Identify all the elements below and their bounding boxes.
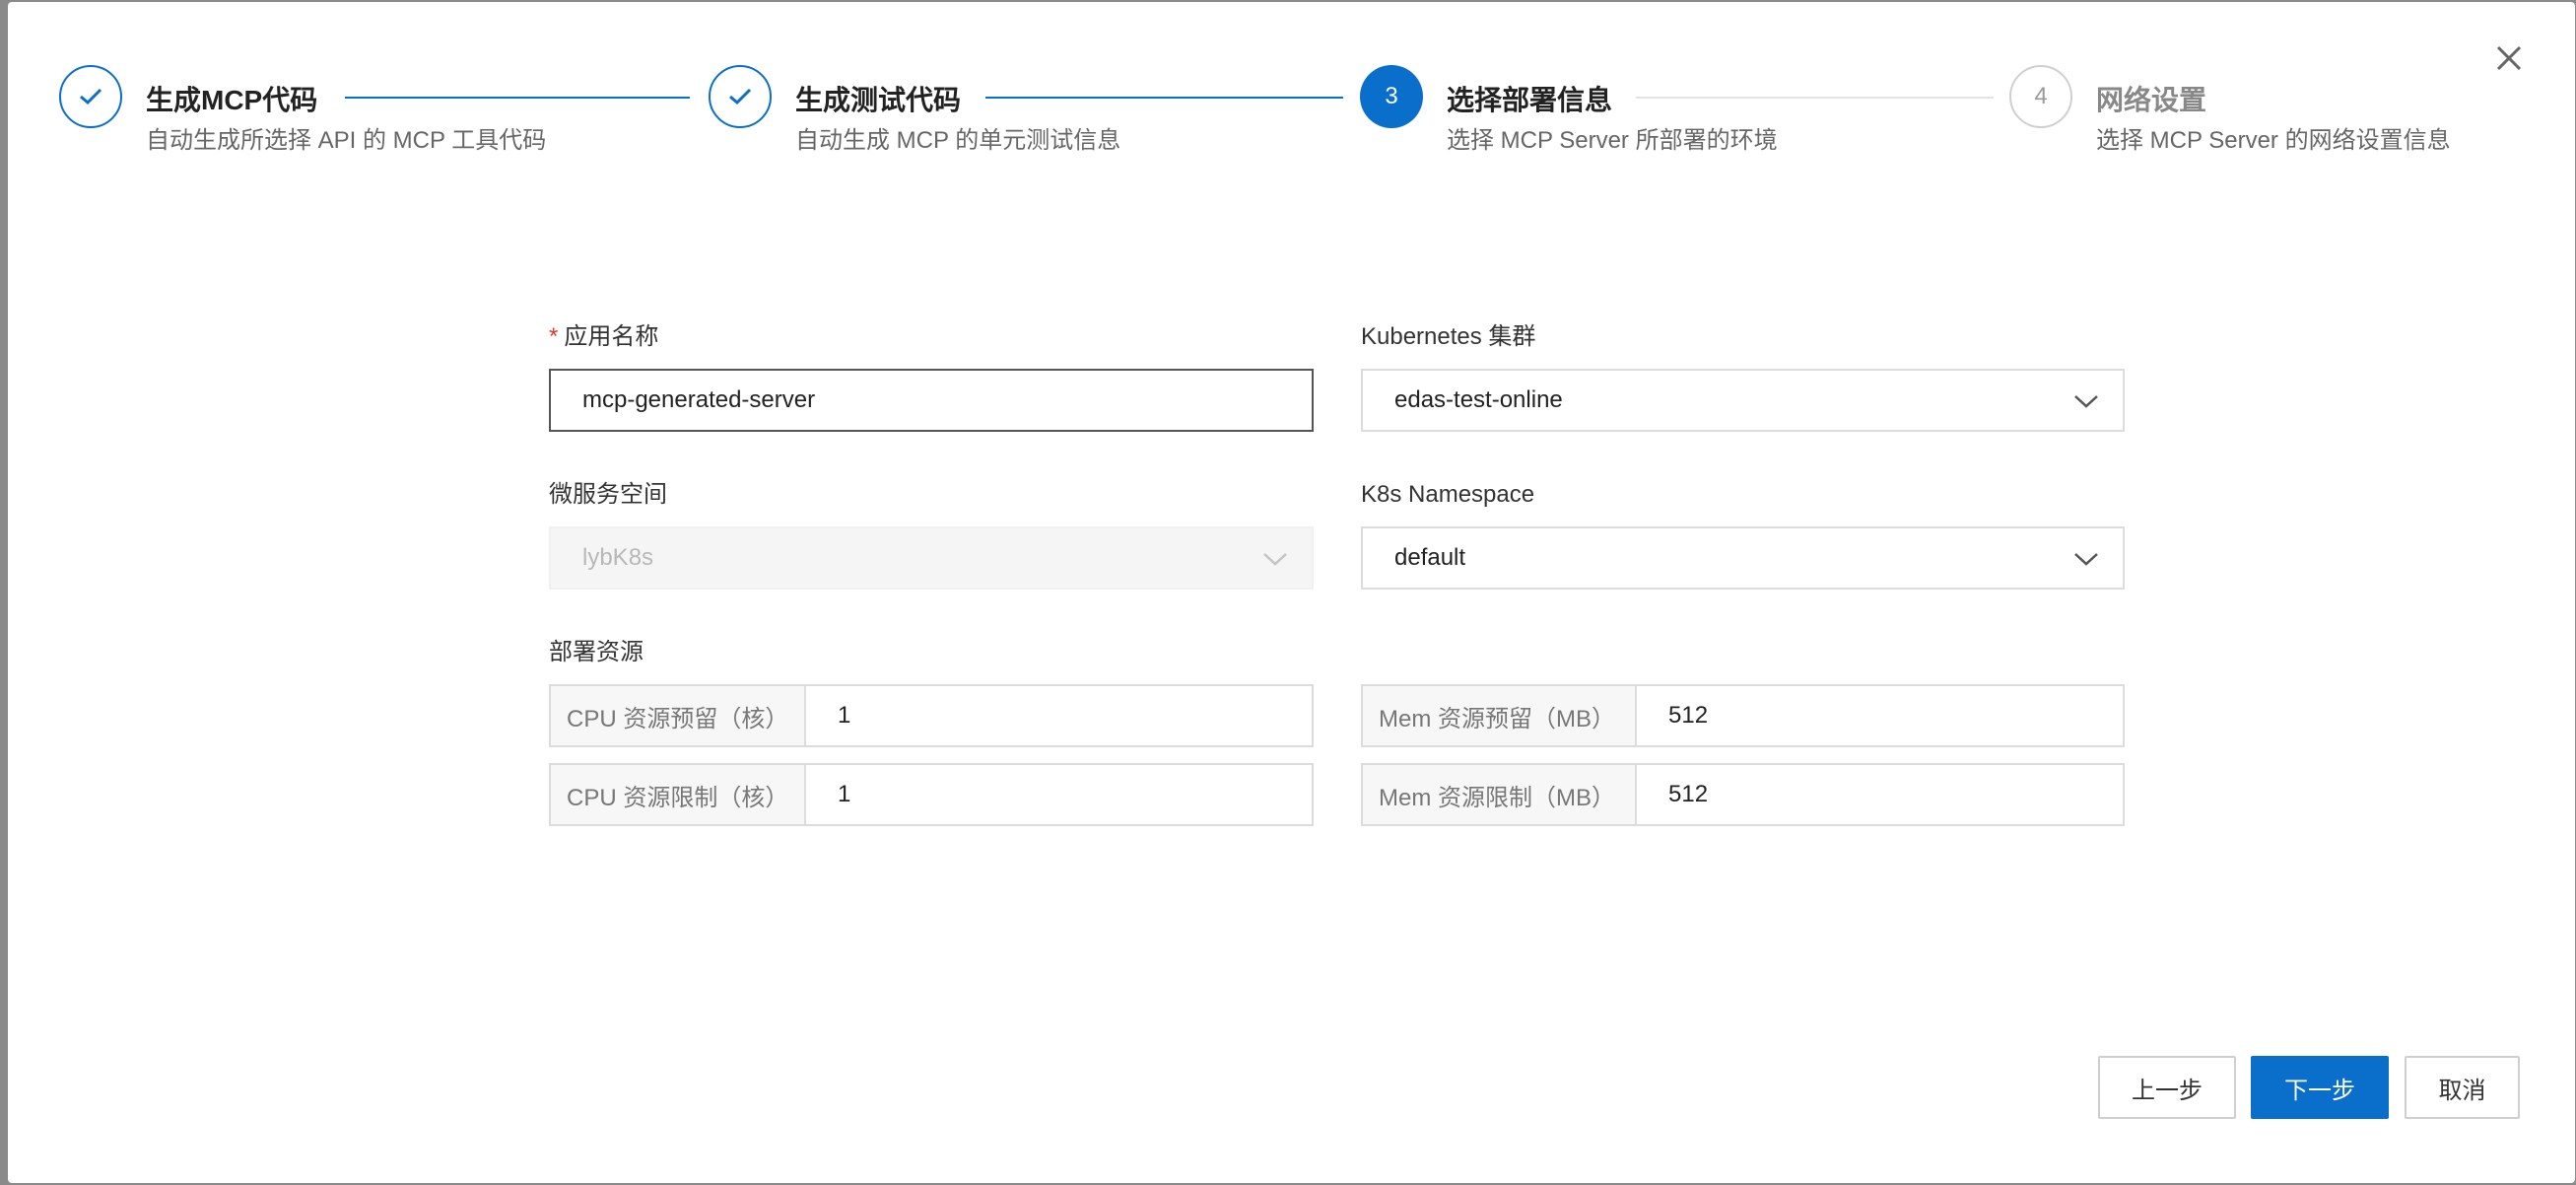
- deploy-dialog: 生成MCP代码 自动生成所选择 API 的 MCP 工具代码 生成测试代码 自动…: [8, 2, 2575, 1183]
- microservice-space-label: 微服务空间: [549, 481, 667, 508]
- step-2-title: 生成测试代码: [795, 85, 962, 115]
- step-3-desc: 选择 MCP Server 所部署的环境: [1447, 127, 1778, 154]
- step-1-circle: [59, 65, 122, 128]
- mem-request-addon: Mem 资源预留（MB）: [1363, 686, 1637, 745]
- step-2-desc: 自动生成 MCP 的单元测试信息: [795, 127, 1121, 154]
- step-3-circle: 3: [1360, 65, 1423, 128]
- app-name-value: mcp-generated-server: [582, 386, 816, 413]
- step-connector-2: [985, 97, 1343, 99]
- cluster-value: edas-test-online: [1394, 386, 1563, 413]
- step-3-title: 选择部署信息: [1447, 85, 1613, 115]
- app-name-label: * 应用名称: [549, 323, 658, 351]
- next-step-button[interactable]: 下一步: [2251, 1056, 2389, 1119]
- namespace-label: K8s Namespace: [1361, 481, 1535, 508]
- check-icon: [80, 88, 102, 105]
- step-4-circle: 4: [2009, 65, 2072, 128]
- step-connector-3: [1636, 97, 1994, 99]
- required-mark: *: [549, 323, 559, 350]
- prev-step-button[interactable]: 上一步: [2098, 1056, 2236, 1119]
- step-1-title: 生成MCP代码: [146, 85, 318, 115]
- mem-request-group: Mem 资源预留（MB） 512: [1361, 684, 2125, 747]
- step-1-desc: 自动生成所选择 API 的 MCP 工具代码: [146, 127, 547, 154]
- microservice-space-value: lybK8s: [582, 544, 654, 571]
- mem-request-input[interactable]: 512: [1637, 686, 2123, 745]
- chevron-down-icon: [2074, 395, 2098, 408]
- chevron-down-icon: [2074, 553, 2098, 566]
- mem-limit-addon: Mem 资源限制（MB）: [1363, 765, 1637, 824]
- cpu-request-input[interactable]: 1: [806, 686, 1312, 745]
- step-4-desc: 选择 MCP Server 的网络设置信息: [2096, 127, 2451, 154]
- app-name-input[interactable]: mcp-generated-server: [549, 369, 1314, 432]
- cancel-button[interactable]: 取消: [2405, 1056, 2520, 1119]
- namespace-value: default: [1394, 544, 1466, 571]
- cpu-limit-group: CPU 资源限制（核） 1: [549, 763, 1314, 826]
- close-icon: [2496, 45, 2522, 71]
- cpu-request-addon: CPU 资源预留（核）: [551, 686, 806, 745]
- close-button[interactable]: [2494, 43, 2524, 73]
- cluster-label: Kubernetes 集群: [1361, 323, 1536, 350]
- cpu-request-group: CPU 资源预留（核） 1: [549, 684, 1314, 747]
- cpu-limit-input[interactable]: 1: [806, 765, 1312, 824]
- microservice-space-select: lybK8s: [549, 526, 1314, 590]
- step-4-title: 网络设置: [2096, 85, 2207, 115]
- resources-label: 部署资源: [549, 639, 644, 665]
- mem-limit-group: Mem 资源限制（MB） 512: [1361, 763, 2125, 826]
- mem-limit-input[interactable]: 512: [1637, 765, 2123, 824]
- chevron-down-icon: [1263, 553, 1287, 566]
- cluster-select[interactable]: edas-test-online: [1361, 369, 2125, 432]
- namespace-select[interactable]: default: [1361, 526, 2125, 590]
- step-connector-1: [345, 97, 690, 99]
- check-icon: [729, 88, 752, 105]
- step-2-circle: [709, 65, 772, 128]
- app-name-label-text: 应用名称: [564, 323, 659, 350]
- cpu-limit-addon: CPU 资源限制（核）: [551, 765, 806, 824]
